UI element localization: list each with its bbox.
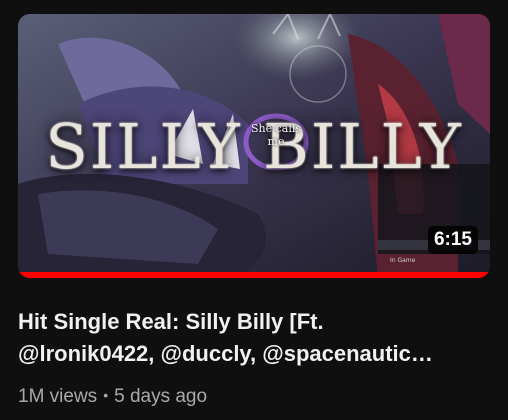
- meta-separator: •: [103, 387, 109, 403]
- video-title[interactable]: Hit Single Real: Silly Billy [Ft. @lroni…: [18, 306, 488, 370]
- video-card[interactable]: SILLY BILLY She calls me In Game 6:15 Hi…: [0, 0, 508, 420]
- video-title-line-2: @lronik0422, @duccly, @spacenautic…: [18, 341, 433, 366]
- video-thumbnail[interactable]: SILLY BILLY She calls me In Game 6:15: [18, 14, 490, 278]
- video-title-line-1: Hit Single Real: Silly Billy [Ft.: [18, 309, 324, 334]
- thumbnail-overlay-text: She calls me: [250, 122, 302, 148]
- upload-age: 5 days ago: [114, 386, 208, 407]
- watch-progress-bar: [18, 272, 490, 278]
- video-metadata: 1M views • 5 days ago: [18, 386, 207, 408]
- thumbnail-mini-label: In Game: [390, 257, 416, 264]
- duration-badge: 6:15: [427, 226, 478, 254]
- view-count: 1M views: [18, 386, 98, 407]
